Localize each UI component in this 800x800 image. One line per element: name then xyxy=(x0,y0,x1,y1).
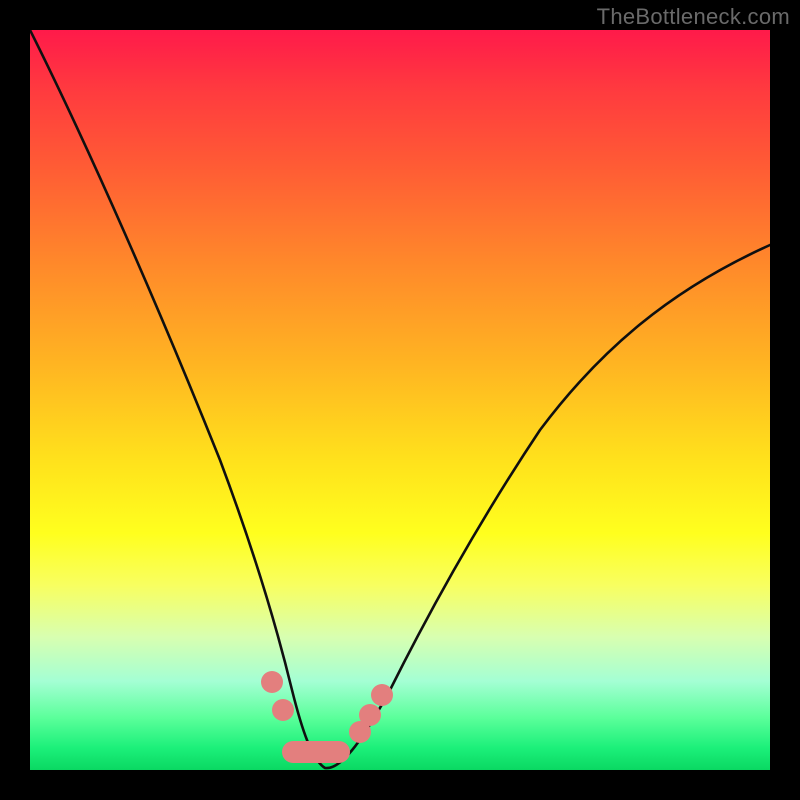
bottleneck-curve-path xyxy=(30,30,770,768)
optimal-marker xyxy=(272,699,294,721)
outer-frame: TheBottleneck.com xyxy=(0,0,800,800)
optimal-marker xyxy=(359,704,381,726)
optimal-flat-segment xyxy=(282,741,350,763)
optimal-marker xyxy=(371,684,393,706)
plot-area xyxy=(30,30,770,770)
optimal-marker xyxy=(261,671,283,693)
watermark-text: TheBottleneck.com xyxy=(597,4,790,30)
curve-svg xyxy=(30,30,770,770)
